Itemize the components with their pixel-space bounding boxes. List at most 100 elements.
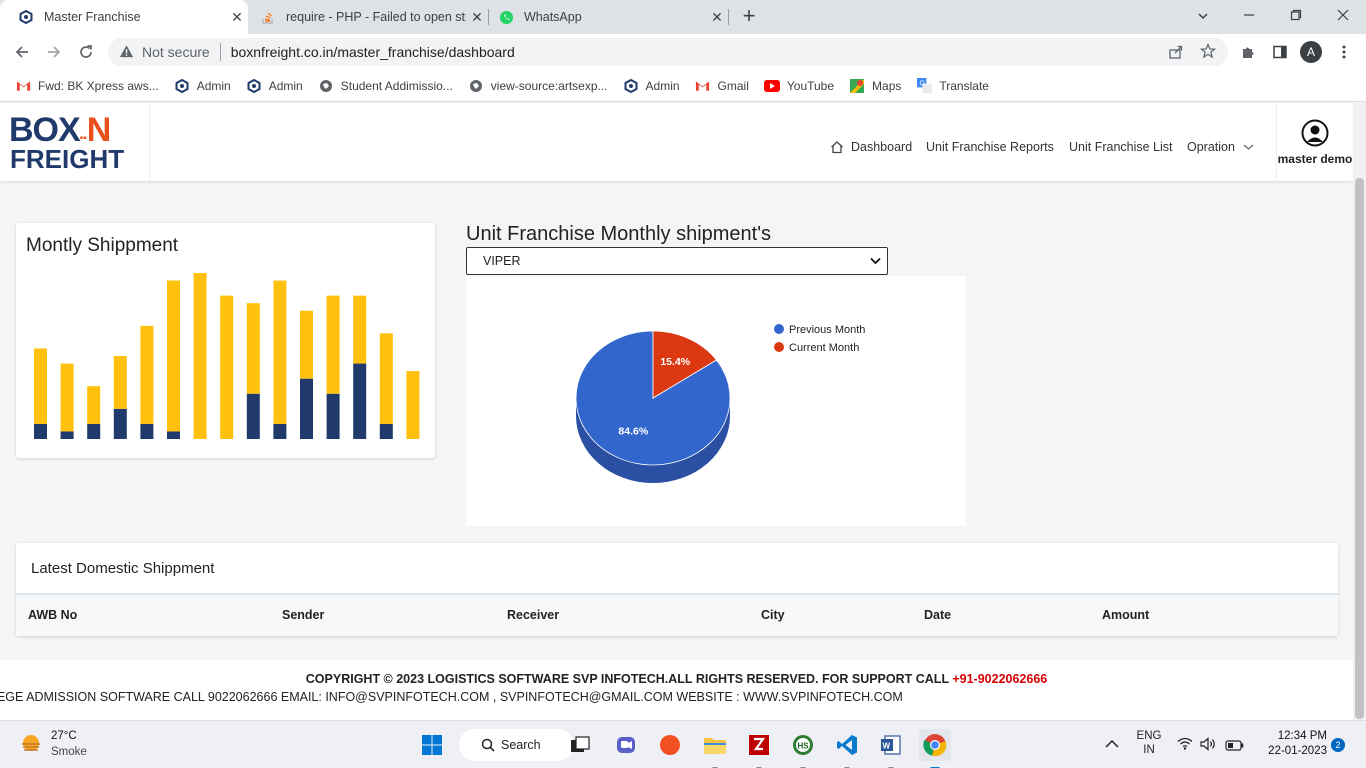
heidisql-icon[interactable]: HS bbox=[787, 729, 819, 768]
bar-segment-yellow bbox=[60, 363, 74, 432]
nav-unit-franchise-reports[interactable]: Unit Franchise Reports bbox=[926, 140, 1054, 154]
bar-segment-dark bbox=[379, 423, 393, 439]
app-compass-icon[interactable] bbox=[654, 729, 686, 761]
reload-icon[interactable] bbox=[74, 40, 98, 64]
bar-segment-yellow bbox=[353, 295, 367, 364]
weather-temp[interactable]: 27°C bbox=[51, 730, 77, 742]
close-icon[interactable]: ✕ bbox=[706, 9, 728, 26]
bookmark-gmail-fwd[interactable]: Fwd: BK Xpress aws... bbox=[15, 78, 159, 94]
teams-chat-icon[interactable] bbox=[610, 729, 642, 761]
wifi-icon[interactable] bbox=[1177, 737, 1193, 755]
tab-title: require - PHP - Failed to open str bbox=[286, 10, 466, 24]
windows-start-icon[interactable] bbox=[416, 729, 448, 761]
support-phone[interactable]: +91-9022062666 bbox=[952, 672, 1047, 686]
monthly-bar-chart bbox=[34, 273, 420, 439]
tab-php-error[interactable]: require - PHP - Failed to open str ✕ bbox=[248, 0, 488, 34]
gmail-icon bbox=[695, 78, 711, 94]
window-close-icon[interactable] bbox=[1336, 8, 1356, 26]
bookmark-view-source[interactable]: view-source:artsexp... bbox=[468, 78, 608, 94]
bar-segment-dark bbox=[273, 423, 287, 439]
stackoverflow-icon bbox=[260, 9, 276, 25]
tab-search-icon[interactable] bbox=[1195, 8, 1215, 26]
bar-segment-dark bbox=[60, 431, 74, 439]
warning-icon bbox=[119, 44, 135, 60]
legend-marker bbox=[774, 324, 784, 334]
nav-label: Opration bbox=[1187, 140, 1235, 154]
bar-segment-dark bbox=[140, 423, 154, 439]
boxnfreight-logo[interactable]: BOX▪▪N FREIGHT bbox=[0, 103, 150, 181]
taskbar-search-box[interactable]: Search bbox=[459, 729, 574, 761]
notification-badge[interactable]: 2 bbox=[1331, 738, 1345, 752]
bookmark-admin[interactable]: Admin bbox=[174, 78, 231, 94]
page-scrollbar[interactable] bbox=[1353, 103, 1366, 719]
table-header-row: AWB No Sender Receiver City Date Amount bbox=[16, 593, 1338, 636]
bar-segment-yellow bbox=[87, 386, 101, 424]
chrome-icon[interactable] bbox=[919, 729, 951, 768]
bookmark-label: Translate bbox=[939, 78, 989, 93]
bookmark-student-admission[interactable]: Student Addimissio... bbox=[318, 78, 453, 94]
back-icon[interactable] bbox=[10, 40, 34, 64]
vscode-icon[interactable] bbox=[831, 729, 863, 768]
bar-segment-yellow bbox=[300, 310, 313, 379]
scrollbar-thumb[interactable] bbox=[1355, 178, 1364, 719]
minimize-icon[interactable] bbox=[1242, 8, 1262, 26]
tab-master-franchise[interactable]: Master Franchise ✕ bbox=[0, 0, 248, 34]
battery-icon[interactable] bbox=[1225, 738, 1244, 756]
unit-franchise-title: Unit Franchise Monthly shipment's bbox=[466, 223, 772, 245]
filezilla-icon[interactable] bbox=[743, 729, 775, 768]
tab-whatsapp[interactable]: WhatsApp ✕ bbox=[488, 0, 728, 34]
weather-desc[interactable]: Smoke bbox=[51, 746, 87, 758]
user-menu[interactable]: master demo bbox=[1276, 103, 1353, 181]
forward-icon[interactable] bbox=[42, 40, 66, 64]
url-text[interactable]: boxnfreight.co.in/master_franchise/dashb… bbox=[231, 44, 515, 60]
nav-unit-franchise-list[interactable]: Unit Franchise List bbox=[1069, 140, 1173, 154]
bookmark-translate[interactable]: G Translate bbox=[916, 78, 989, 94]
bookmark-admin[interactable]: Admin bbox=[623, 78, 680, 94]
bar-segment-yellow bbox=[34, 348, 47, 424]
file-explorer-icon[interactable] bbox=[699, 729, 731, 768]
browser-tab-strip: Master Franchise ✕ require - PHP - Faile… bbox=[0, 0, 1366, 34]
nav-dashboard[interactable]: Dashboard bbox=[830, 140, 912, 154]
bookmark-star-icon[interactable] bbox=[1199, 42, 1217, 62]
nav-opration-dropdown[interactable]: Opration bbox=[1187, 140, 1254, 154]
bar-segment-yellow bbox=[379, 333, 393, 424]
close-icon[interactable]: ✕ bbox=[226, 9, 248, 26]
address-bar[interactable]: Not secure boxnfreight.co.in/master_fran… bbox=[108, 38, 1228, 66]
volume-icon[interactable] bbox=[1200, 737, 1217, 756]
weather-icon[interactable] bbox=[18, 731, 44, 757]
svg-text:HS: HS bbox=[798, 742, 810, 751]
language-indicator[interactable]: ENG IN bbox=[1136, 730, 1162, 756]
bar-segment-yellow bbox=[246, 303, 260, 394]
franchise-select[interactable]: VIPER bbox=[466, 247, 888, 275]
close-icon[interactable]: ✕ bbox=[466, 9, 488, 26]
extensions-icon[interactable] bbox=[1236, 40, 1260, 64]
word-icon[interactable]: W bbox=[875, 729, 907, 768]
bookmark-label: Maps bbox=[872, 78, 902, 93]
bar-segment-yellow bbox=[406, 371, 420, 439]
new-tab-button[interactable]: + bbox=[737, 5, 761, 29]
search-label: Search bbox=[501, 738, 541, 752]
bookmark-admin[interactable]: Admin bbox=[246, 78, 303, 94]
bar-segment-yellow bbox=[140, 325, 154, 424]
bookmark-gmail[interactable]: Gmail bbox=[695, 78, 749, 94]
bookmark-maps[interactable]: Maps bbox=[849, 78, 901, 94]
gmail-icon bbox=[15, 78, 31, 94]
share-icon[interactable] bbox=[1168, 44, 1184, 63]
show-hidden-icons-chevron-up-icon[interactable] bbox=[1105, 736, 1119, 754]
task-view-icon[interactable] bbox=[564, 729, 596, 761]
bar-segment-dark bbox=[113, 408, 127, 439]
bookmark-label: Fwd: BK Xpress aws... bbox=[38, 78, 159, 93]
whatsapp-icon bbox=[498, 9, 514, 25]
profile-avatar[interactable]: A bbox=[1300, 41, 1322, 63]
site-favicon-icon bbox=[623, 78, 639, 94]
clock[interactable]: 12:34 PM 22-01-2023 bbox=[1255, 730, 1327, 757]
menu-kebab-icon[interactable] bbox=[1332, 40, 1356, 64]
bookmark-label: view-source:artsexp... bbox=[490, 78, 608, 93]
side-panel-icon[interactable] bbox=[1268, 40, 1292, 64]
pie-chart-panel: 84.6% 15.4% Previous Month Current Month bbox=[466, 276, 966, 526]
security-label[interactable]: Not secure bbox=[142, 44, 210, 60]
bookmark-youtube[interactable]: YouTube bbox=[763, 78, 834, 94]
site-favicon-icon bbox=[174, 78, 190, 94]
restore-icon[interactable] bbox=[1289, 8, 1309, 26]
bookmark-label: Admin bbox=[268, 78, 303, 93]
